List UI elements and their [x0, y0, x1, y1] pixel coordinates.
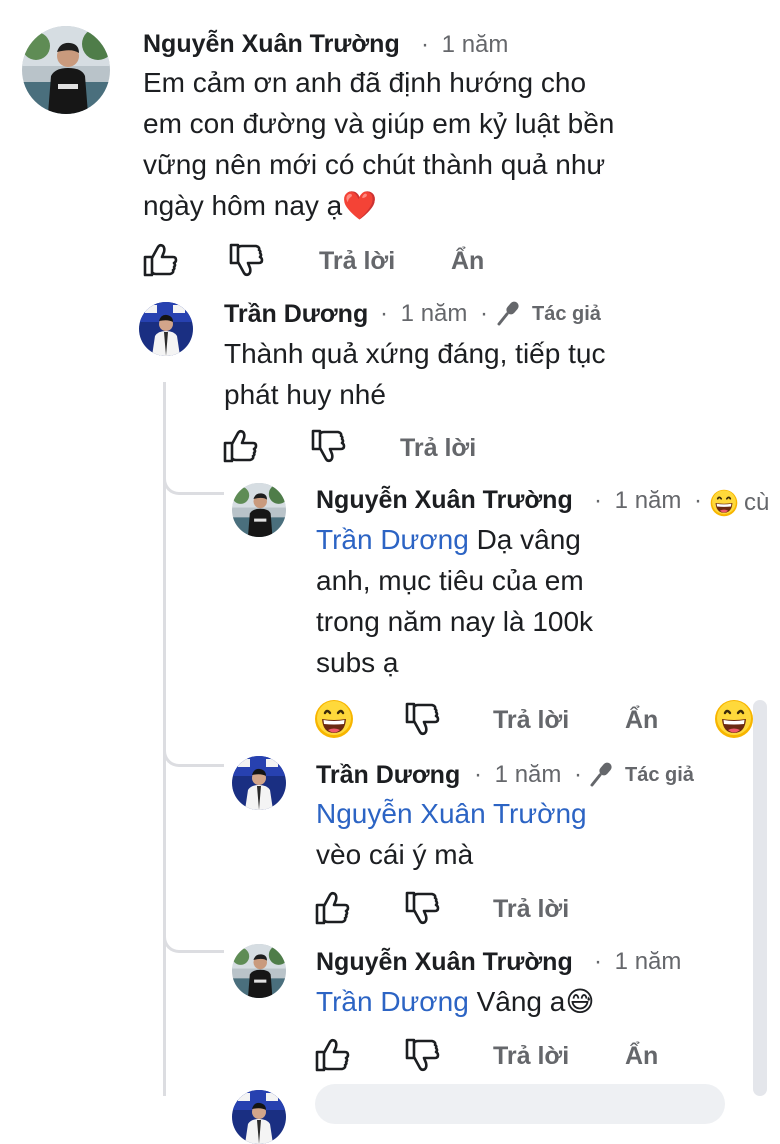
- author-badge: Tác giả: [532, 303, 601, 325]
- reply-button[interactable]: Trả lời: [493, 895, 569, 924]
- comment-meta: · 1 năm ·: [594, 487, 702, 515]
- comment-text-line: ngày hôm nay ạ❤️: [143, 190, 378, 221]
- author-badge: Tác giả: [625, 764, 694, 786]
- avatar-image: [139, 302, 193, 356]
- avatar[interactable]: [139, 302, 193, 356]
- grin-emoji-icon: [710, 489, 738, 517]
- separator: ·: [474, 761, 482, 788]
- comment-text: Trần Dương Vâng a😅: [316, 981, 746, 1022]
- comment-text-line: trong năm nay là 100k: [316, 606, 594, 637]
- comment-meta: · 1 năm ·: [380, 300, 488, 328]
- separator: ·: [574, 761, 583, 788]
- comment-text-line: Trần Dương Vâng a😅: [316, 981, 746, 1022]
- mention-link[interactable]: Nguyễn Xuân Trường: [316, 798, 587, 829]
- grin-reaction-icon: [714, 699, 754, 739]
- reply-button[interactable]: Trả lời: [493, 706, 569, 735]
- comment-meta: · 1 năm ·: [474, 761, 582, 789]
- comment-time[interactable]: 1 năm: [442, 31, 509, 58]
- comment-author[interactable]: Nguyễn Xuân Trường: [143, 30, 400, 59]
- avatar[interactable]: [22, 26, 110, 114]
- like-icon[interactable]: [222, 428, 258, 464]
- avatar-image: [232, 756, 286, 810]
- comment-text: Thành quả xứng đáng, tiếp tục phát huy n…: [224, 333, 724, 415]
- avatar-image: [22, 26, 110, 114]
- like-icon[interactable]: [314, 890, 350, 926]
- thread-elbow: [163, 926, 224, 953]
- separator: ·: [480, 300, 489, 327]
- comment-author[interactable]: Trần Dương: [224, 300, 368, 329]
- avatar-image: [232, 483, 286, 537]
- comment-text-line: Nguyễn Xuân Trường: [316, 793, 746, 834]
- reply-button[interactable]: Trả lời: [319, 247, 395, 276]
- dislike-icon[interactable]: [404, 890, 440, 926]
- comment-time[interactable]: 1 năm: [401, 300, 468, 327]
- dislike-icon[interactable]: [404, 701, 440, 737]
- mention-link[interactable]: Trần Dương: [316, 986, 469, 1017]
- comment-text-line: em con đường và giúp em kỷ luật bền: [143, 108, 615, 139]
- comment-text-line: vèo cái ý mà: [316, 839, 474, 870]
- reply-input[interactable]: [315, 1084, 725, 1124]
- comment-text-line: subs ạ: [316, 647, 399, 678]
- thread-line: [163, 382, 166, 1096]
- comment-text-line: vững nên mới có chút thành quả như: [143, 149, 606, 180]
- comment-text: Trần Dương Dạ vâng anh, mục tiêu của em …: [316, 519, 716, 683]
- separator: ·: [694, 487, 703, 514]
- like-icon[interactable]: [314, 1037, 350, 1073]
- hide-button[interactable]: Ẩn: [625, 706, 658, 735]
- mention-link[interactable]: Trần Dương: [316, 524, 469, 555]
- separator: ·: [594, 948, 602, 975]
- dislike-icon[interactable]: [404, 1037, 440, 1073]
- comment-text-line: Em cảm ơn anh đã định hướng cho: [143, 67, 587, 98]
- comment-text-first: Vâng a😅: [468, 986, 595, 1017]
- comment-time[interactable]: 1 năm: [495, 761, 562, 788]
- separator: ·: [421, 31, 429, 58]
- avatar[interactable]: [232, 1090, 286, 1144]
- avatar[interactable]: [232, 944, 286, 998]
- avatar-image: [232, 944, 286, 998]
- scrollbar[interactable]: [753, 700, 767, 1096]
- dislike-icon[interactable]: [228, 242, 264, 278]
- comment-text-first: Dạ vâng: [468, 524, 581, 555]
- comment-meta: · 1 năm: [594, 948, 681, 976]
- hide-button[interactable]: Ẩn: [451, 247, 484, 276]
- comment-meta: · 1 năm: [421, 31, 508, 59]
- comment-author[interactable]: Nguyễn Xuân Trường: [316, 948, 573, 977]
- separator: ·: [594, 487, 602, 514]
- comment-text-line: Trần Dương Dạ vâng: [316, 519, 716, 560]
- dislike-icon[interactable]: [310, 428, 346, 464]
- comment-time[interactable]: 1 năm: [615, 948, 682, 975]
- grin-reaction-icon[interactable]: [314, 699, 354, 739]
- reply-button[interactable]: Trả lời: [400, 434, 476, 463]
- avatar[interactable]: [232, 483, 286, 537]
- comment-text: Em cảm ơn anh đã định hướng cho em con đ…: [143, 62, 763, 226]
- separator: ·: [380, 300, 388, 327]
- comment-text: Nguyễn Xuân Trường vèo cái ý mà: [316, 793, 746, 875]
- comment-author[interactable]: Trần Dương: [316, 761, 460, 790]
- like-icon[interactable]: [142, 242, 178, 278]
- thread-elbow: [163, 740, 224, 767]
- reply-button[interactable]: Trả lời: [493, 1042, 569, 1071]
- comment-meta-extra: cù: [744, 489, 770, 516]
- comment-text-line: Thành quả xứng đáng, tiếp tục: [224, 338, 606, 369]
- comment-time[interactable]: 1 năm: [615, 487, 682, 514]
- comment-text-line: phát huy nhé: [224, 379, 386, 410]
- thread-elbow: [163, 470, 224, 495]
- comment-author[interactable]: Nguyễn Xuân Trường: [316, 486, 573, 515]
- microphone-icon: [495, 299, 523, 327]
- avatar[interactable]: [232, 756, 286, 810]
- microphone-icon: [588, 760, 616, 788]
- avatar-image: [232, 1090, 286, 1144]
- hide-button[interactable]: Ẩn: [625, 1042, 658, 1071]
- comment-text-line: anh, mục tiêu của em: [316, 565, 584, 596]
